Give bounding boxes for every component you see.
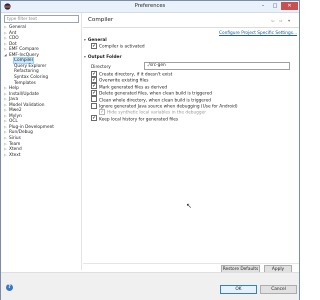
tree-item-label: Help — [9, 86, 19, 92]
checkbox[interactable]: ✔ — [91, 76, 97, 83]
pane-divider[interactable] — [81, 13, 82, 270]
configure-project-settings-link[interactable]: Configure Project Specific Settings... — [219, 31, 297, 36]
output-section-title: Output Folder — [87, 55, 122, 60]
checkbox: ✔ — [99, 108, 105, 115]
output-option[interactable]: Ignore generated Java source when debugg… — [91, 102, 238, 110]
tree-item-label: OCL — [9, 119, 18, 125]
output-option[interactable]: Clean whole directory, when clean build … — [91, 96, 211, 103]
minimize-button[interactable]: – — [257, 2, 269, 10]
tree-item-label: CDO — [9, 36, 19, 42]
tree-item-label: EMF-IncQuery — [9, 52, 39, 58]
help-icon[interactable]: ? — [6, 284, 13, 291]
checkbox[interactable]: ✔ — [91, 115, 97, 122]
tree-item-label: Refactoring — [14, 69, 39, 75]
checkbox[interactable] — [91, 96, 97, 103]
back-icon[interactable]: ⇦ — [271, 18, 275, 23]
tree-item-label: Compiler — [12, 57, 35, 65]
forward-icon[interactable]: ⇨ — [279, 18, 283, 23]
page-header: Compiler ⇦ ⇨ ▾ — [83, 14, 299, 28]
compiler-activated-option[interactable]: ✔ Compiler is activated — [91, 42, 145, 50]
tree-item-label: Syntax Coloring — [14, 74, 49, 80]
checkbox[interactable]: ✔ — [91, 89, 97, 96]
tree-item-label: EMF Compare — [9, 47, 39, 53]
view-menu-icon[interactable]: ▾ — [288, 18, 290, 23]
page-title: Compiler — [88, 17, 114, 23]
tree-item-label: Run/Debug — [9, 130, 33, 136]
checkbox[interactable]: ✔ — [91, 70, 97, 77]
directory-label: Directory — [91, 65, 111, 70]
separator — [83, 263, 299, 264]
mouse-cursor-icon: ↖ — [186, 202, 192, 210]
tree-item-label: Install/Update — [9, 91, 39, 97]
checkbox[interactable]: ✔ — [91, 42, 97, 49]
tree-item-label: General — [9, 25, 26, 30]
tree-item-label: Xtext — [9, 152, 21, 158]
tree-item-label: Dot — [9, 41, 17, 47]
option-label: Compiler is activated — [99, 44, 145, 50]
cancel-button[interactable]: Cancel — [260, 285, 297, 294]
tree-item-label: Templates — [14, 80, 36, 86]
tree-item-label: Ant — [9, 30, 17, 36]
collapse-icon[interactable]: ▾ — [84, 55, 86, 59]
close-button[interactable]: ✕ — [281, 2, 298, 10]
tree-item[interactable]: ▷ Xtext — [4, 153, 20, 158]
preferences-tree: ▷ General ▷ Ant ▷ CDO ▷ Dot ▷ EMF Compare ◢ EMF-Inc… — [4, 25, 79, 272]
maximize-button[interactable]: □ — [269, 2, 281, 10]
tree-item-label: Team — [9, 141, 21, 147]
option-label: Keep local history for generated files — [99, 117, 179, 123]
collapse-icon[interactable]: ▾ — [84, 38, 86, 42]
checkbox[interactable] — [91, 102, 97, 109]
output-option: ✔ Hide synthetic local variables in the d… — [99, 108, 206, 116]
window-title: Preferences — [134, 3, 166, 9]
tree-item-label: Xtend — [9, 147, 22, 153]
output-option[interactable]: ✔ Delete generated files, when clean buil… — [91, 89, 212, 97]
tree-item-label: Sirius — [9, 136, 21, 141]
output-option[interactable]: ✔ Create directory, if it doesn't exist — [91, 70, 172, 78]
preferences-window: Preferences – □ ✕ type filter text ▷ Gene… — [0, 0, 300, 300]
output-section-header[interactable]: ▾ Output Folder — [84, 55, 122, 60]
output-option[interactable]: ✔ Mark generated files as derived — [91, 83, 167, 90]
directory-input[interactable]: ./src-gen — [144, 62, 290, 70]
output-option[interactable]: ✔ Keep local history for generated files — [91, 115, 179, 123]
ok-button[interactable]: OK — [220, 285, 257, 294]
filter-input[interactable]: type filter text — [4, 15, 79, 23]
tree-item-label: Java — [9, 97, 19, 103]
checkbox[interactable]: ✔ — [91, 83, 97, 90]
output-option[interactable]: ✔ Overwrite existing files — [91, 76, 149, 84]
title-bar[interactable]: Preferences – □ ✕ — [1, 1, 299, 13]
tree-item-label: Mwe2 — [9, 108, 22, 114]
tree-item-label: Model Validation — [9, 102, 45, 108]
